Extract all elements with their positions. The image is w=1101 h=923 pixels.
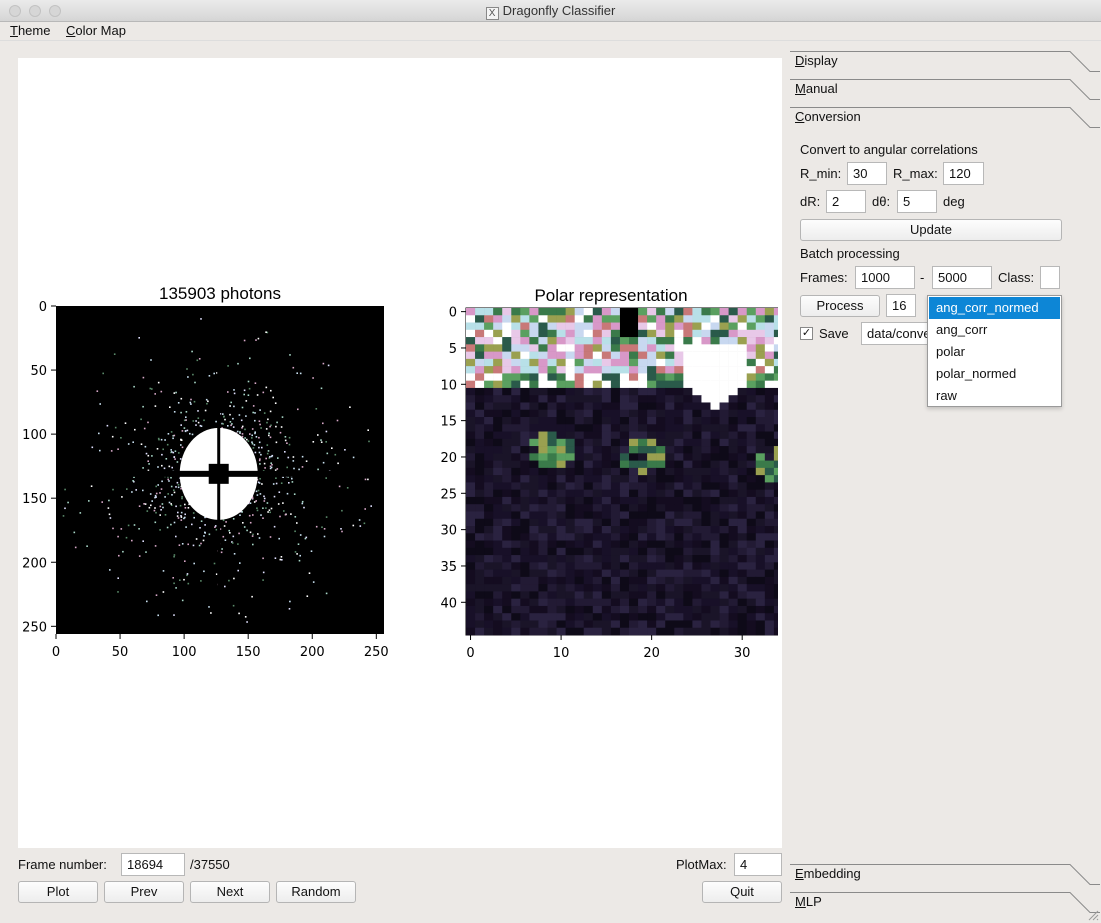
left-x-tick-label: 100 (172, 645, 197, 660)
frame-total: /37550 (190, 857, 230, 872)
dropdown-option-ang-corr-normed[interactable]: ang_corr_normed (929, 297, 1060, 319)
conversion-heading: Convert to angular correlations (800, 142, 978, 157)
left-x-tick-label: 150 (236, 645, 261, 660)
quit-button[interactable]: Quit (702, 881, 782, 903)
left-x-tick-label: 200 (300, 645, 325, 660)
tab-mlp[interactable]: MLP (790, 892, 1100, 920)
right-y-tick-label: 10 (440, 378, 457, 393)
right-y-tick-label: 15 (440, 415, 457, 430)
right-x-tick-label: 10 (553, 646, 570, 661)
class-input[interactable] (1040, 266, 1060, 289)
menu-theme[interactable]: Theme (10, 23, 50, 38)
right-y-tick-label: 30 (440, 524, 457, 539)
right-y-tick-label: 5 (449, 342, 457, 357)
batch-heading: Batch processing (800, 246, 900, 261)
rmin-input[interactable]: 30 (847, 162, 887, 185)
right-y-tick-label: 25 (440, 487, 457, 502)
dropdown-option-ang-corr[interactable]: ang_corr (929, 319, 1060, 341)
right-x-tick-label: 0 (466, 646, 474, 661)
left-x-tick-label: 0 (52, 645, 60, 660)
rmax-input[interactable]: 120 (943, 162, 984, 185)
right-y-tick-label: 35 (440, 560, 457, 575)
save-label: Save (819, 326, 849, 341)
prev-button[interactable]: Prev (104, 881, 184, 903)
left-x-tick-label: 250 (364, 645, 389, 660)
left-y-tick-label: 0 (39, 300, 47, 315)
left-x-tick-label: 50 (112, 645, 129, 660)
title-bar: X Dragonfly Classifier (0, 0, 1101, 22)
dropdown-option-polar-normed[interactable]: polar_normed (929, 363, 1060, 385)
frames-end-input[interactable]: 5000 (932, 266, 992, 289)
process-button[interactable]: Process (800, 295, 880, 317)
plot-button[interactable]: Plot (18, 881, 98, 903)
polar-mask-block (619, 308, 639, 338)
frame-number-label: Frame number: (18, 857, 107, 872)
tab-embedding-label: Embedding (795, 866, 861, 881)
update-button[interactable]: Update (800, 219, 1062, 241)
tab-manual-label: Manual (795, 81, 838, 96)
save-path-input[interactable]: data/conve (861, 322, 929, 345)
rmax-label: R_max: (893, 166, 938, 181)
tab-mlp-outline (790, 892, 1100, 913)
next-button[interactable]: Next (190, 881, 270, 903)
frames-label: Frames: (800, 270, 848, 285)
x11-icon: X (485, 7, 499, 20)
tab-mlp-label: MLP (795, 894, 822, 909)
left-y-tick-label: 250 (22, 620, 47, 635)
tab-embedding[interactable]: Embedding (790, 864, 1100, 892)
right-y-tick-label: 20 (440, 451, 457, 466)
dr-input[interactable]: 2 (826, 190, 866, 213)
dropdown-option-polar[interactable]: polar (929, 341, 1060, 363)
right-x-tick-label: 20 (643, 646, 660, 661)
deg-label: deg (943, 194, 965, 209)
output-type-dropdown[interactable]: ang_corr_normed ang_corr polar polar_nor… (927, 295, 1062, 407)
save-checkbox[interactable]: ✓ (800, 327, 813, 340)
rmin-label: R_min: (800, 166, 842, 181)
plotmax-label: PlotMax: (676, 857, 727, 872)
left-y-tick-label: 100 (22, 428, 47, 443)
plot-canvas[interactable]: 135903 photons Polar representation 0 50 1… (18, 58, 782, 848)
right-y-tick-label: 0 (449, 306, 457, 321)
tab-conversion[interactable]: Conversion (790, 107, 1100, 135)
plotmax-input[interactable]: 4 (734, 853, 782, 876)
window-title-wrap: X Dragonfly Classifier (0, 3, 1101, 20)
dtheta-input[interactable]: 5 (897, 190, 937, 213)
beamstop-mask (208, 463, 229, 484)
frame-number-input[interactable]: 18694 (121, 853, 185, 876)
window-title: Dragonfly Classifier (502, 3, 616, 18)
menu-bar: Theme Color Map (0, 22, 1101, 41)
dtheta-label: dθ: (872, 194, 891, 209)
threads-input[interactable]: 16 (886, 294, 916, 317)
class-label: Class: (998, 270, 1035, 285)
tab-manual[interactable]: Manual (790, 79, 1100, 107)
diffraction-image-plot[interactable]: 0 50 100 150 200 250 0 50 100 150 200 250 (18, 298, 398, 918)
tab-display[interactable]: Display (790, 51, 1100, 79)
menu-color-map[interactable]: Color Map (66, 23, 126, 38)
random-button[interactable]: Random (276, 881, 356, 903)
frames-start-input[interactable]: 1000 (855, 266, 915, 289)
left-y-tick-label: 200 (22, 556, 47, 571)
right-x-tick-label: 30 (734, 646, 751, 661)
polar-cells (466, 308, 778, 636)
tab-conversion-label: Conversion (795, 109, 861, 124)
polar-representation-plot[interactable]: 0 10 20 30 0 5 10 15 20 25 30 35 40 (418, 298, 778, 918)
tab-display-label: Display (795, 53, 838, 68)
dr-label: dR: (800, 194, 821, 209)
dropdown-option-raw[interactable]: raw (929, 385, 1060, 407)
frames-dash: - (920, 270, 925, 285)
right-y-tick-label: 40 (440, 596, 457, 611)
left-y-tick-label: 50 (30, 364, 47, 379)
resize-grip-icon[interactable] (1087, 909, 1099, 921)
left-y-tick-label: 150 (22, 492, 47, 507)
